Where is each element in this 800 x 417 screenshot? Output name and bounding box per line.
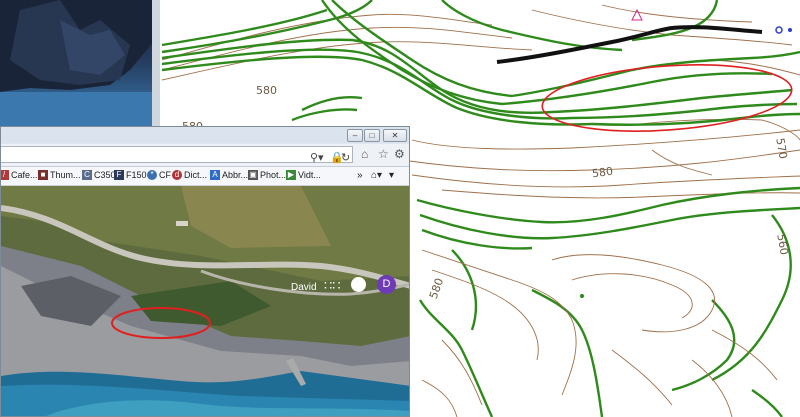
thumbnail-icon: ■ xyxy=(38,170,48,180)
favorite-label: Dict... xyxy=(184,170,208,180)
favorite-item[interactable]: ▣ Phot... xyxy=(248,170,286,180)
photo-icon: ▣ xyxy=(248,170,258,180)
favorite-label: CF xyxy=(159,170,171,180)
red-highlight-ellipse xyxy=(541,64,793,132)
tools-menu-icon[interactable]: ▾ xyxy=(389,170,394,181)
f150-icon: F xyxy=(114,170,124,180)
star-icon[interactable]: ☆ xyxy=(378,147,389,161)
satellite-image[interactable] xyxy=(1,186,409,417)
avatar[interactable]: D xyxy=(377,275,396,294)
favorite-item[interactable]: ▶ Vidt... xyxy=(286,170,321,180)
favorite-item[interactable]: A Abbr... xyxy=(210,170,248,180)
favorite-item[interactable]: d Dict... xyxy=(172,170,207,180)
video-icon: ▶ xyxy=(286,170,296,180)
desktop-wallpaper xyxy=(0,0,160,130)
abbreviation-icon: A xyxy=(210,170,220,180)
dictionary-icon: d xyxy=(172,170,182,180)
apps-grid-icon[interactable]: ∷∷ xyxy=(324,278,341,294)
favorite-label: F150 xyxy=(126,170,147,180)
gear-icon[interactable]: ⚙ xyxy=(394,147,405,161)
search-icon[interactable]: ⚲▾ xyxy=(310,151,324,164)
notifications-icon[interactable] xyxy=(351,277,366,292)
favorite-label: C350 xyxy=(94,170,116,180)
favorite-item[interactable]: / Cafe... xyxy=(1,170,38,180)
cafe-icon: / xyxy=(1,170,9,180)
wallpaper-mountain-image xyxy=(0,0,160,130)
user-name-label[interactable]: David xyxy=(291,282,317,293)
home-menu-icon[interactable]: ⌂▾ xyxy=(371,170,382,181)
favorite-label: Thum... xyxy=(50,170,81,180)
favorite-label: Cafe... xyxy=(11,170,38,180)
browser-titlebar[interactable]: – □ ✕ xyxy=(1,127,409,143)
cf-icon: * xyxy=(147,170,157,180)
favorite-label: Vidt... xyxy=(298,170,321,180)
favorite-label: Phot... xyxy=(260,170,287,180)
refresh-icon[interactable]: ↻ xyxy=(341,151,350,164)
address-field[interactable]: ⚲▾ 🔒 ↻ xyxy=(1,146,353,164)
more-favorites-chevron-icon[interactable]: » xyxy=(357,170,363,181)
c350-icon: C xyxy=(82,170,92,180)
favorite-item[interactable]: F F150 xyxy=(114,170,147,180)
home-icon[interactable]: ⌂ xyxy=(361,147,368,161)
contour-label: 580 xyxy=(256,84,277,97)
favorites-bar: / Cafe... ■ Thum... C C350 F F150 * CF d… xyxy=(1,167,409,186)
favorite-item[interactable]: * CF xyxy=(147,170,171,180)
maximize-button[interactable]: □ xyxy=(364,129,380,142)
close-button[interactable]: ✕ xyxy=(383,129,407,142)
browser-window[interactable]: – □ ✕ ⚲▾ 🔒 ↻ ⌂ ☆ ⚙ / Cafe... ■ Thum... C… xyxy=(0,126,410,417)
minimize-button[interactable]: – xyxy=(347,129,363,142)
favorite-item[interactable]: ■ Thum... xyxy=(38,170,81,180)
satellite-map-view[interactable]: David ∷∷ D xyxy=(1,186,409,417)
favorite-label: Abbr... xyxy=(222,170,249,180)
favorite-item[interactable]: C C350 xyxy=(82,170,116,180)
address-bar-row: ⚲▾ 🔒 ↻ ⌂ ☆ ⚙ xyxy=(1,144,409,167)
road-centerline xyxy=(496,25,763,64)
